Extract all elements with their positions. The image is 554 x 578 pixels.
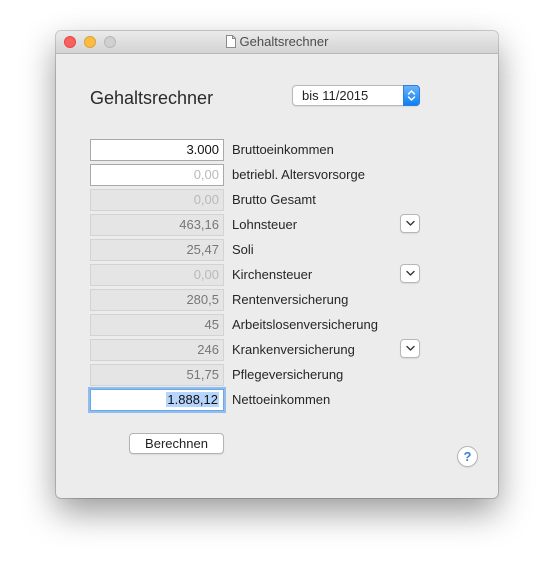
nettoeinkommen-label: Nettoeinkommen <box>232 392 331 407</box>
period-select[interactable]: bis 11/2015 <box>292 85 420 106</box>
lohnsteuer-field: 463,16 <box>90 214 224 236</box>
brutto-gesamt-label: Brutto Gesamt <box>232 192 316 207</box>
title-bar[interactable]: Gehaltsrechner <box>56 31 498 54</box>
nettoeinkommen-value: 1.888,12 <box>166 392 219 407</box>
bruttoeinkommen-label: Bruttoeinkommen <box>232 142 334 157</box>
kirchensteuer-field: 0,00 <box>90 264 224 286</box>
pflegeversicherung-field: 51,75 <box>90 364 224 386</box>
krankenversicherung-field: 246 <box>90 339 224 361</box>
help-button[interactable]: ? <box>457 446 478 467</box>
rentenversicherung-field: 280,5 <box>90 289 224 311</box>
document-icon <box>225 35 236 52</box>
arbeitslosenversicherung-label: Arbeitslosenversicherung <box>232 317 378 332</box>
page-title: Gehaltsrechner <box>90 88 214 108</box>
pflegeversicherung-label: Pflegeversicherung <box>232 367 344 382</box>
chevron-down-icon <box>406 270 415 276</box>
krankenversicherung-options-button[interactable] <box>400 339 420 358</box>
soli-field: 25,47 <box>90 239 224 261</box>
period-select-value: bis 11/2015 <box>302 88 369 103</box>
altersvorsorge-input[interactable]: 0,00 <box>90 164 224 186</box>
altersvorsorge-label: betriebl. Altersvorsorge <box>232 167 365 182</box>
krankenversicherung-label: Krankenversicherung <box>232 342 355 357</box>
up-down-arrows-icon <box>403 85 420 106</box>
chevron-down-icon <box>406 220 415 226</box>
kirchensteuer-options-button[interactable] <box>400 264 420 283</box>
window-title: Gehaltsrechner <box>56 34 498 50</box>
chevron-down-icon <box>406 345 415 351</box>
gehaltsrechner-window: Gehaltsrechner Gehaltsrechner bis 11/201… <box>56 31 498 498</box>
lohnsteuer-label: Lohnsteuer <box>232 217 298 232</box>
window-title-text: Gehaltsrechner <box>239 34 329 49</box>
soli-label: Soli <box>232 242 254 257</box>
bruttoeinkommen-input[interactable]: 3.000 <box>90 139 224 161</box>
nettoeinkommen-field[interactable]: 1.888,12 <box>90 389 224 411</box>
kirchensteuer-label: Kirchensteuer <box>232 267 313 282</box>
brutto-gesamt-field: 0,00 <box>90 189 224 211</box>
lohnsteuer-options-button[interactable] <box>400 214 420 233</box>
berechnen-button[interactable]: Berechnen <box>129 433 224 454</box>
arbeitslosenversicherung-field: 45 <box>90 314 224 336</box>
rentenversicherung-label: Rentenversicherung <box>232 292 349 307</box>
